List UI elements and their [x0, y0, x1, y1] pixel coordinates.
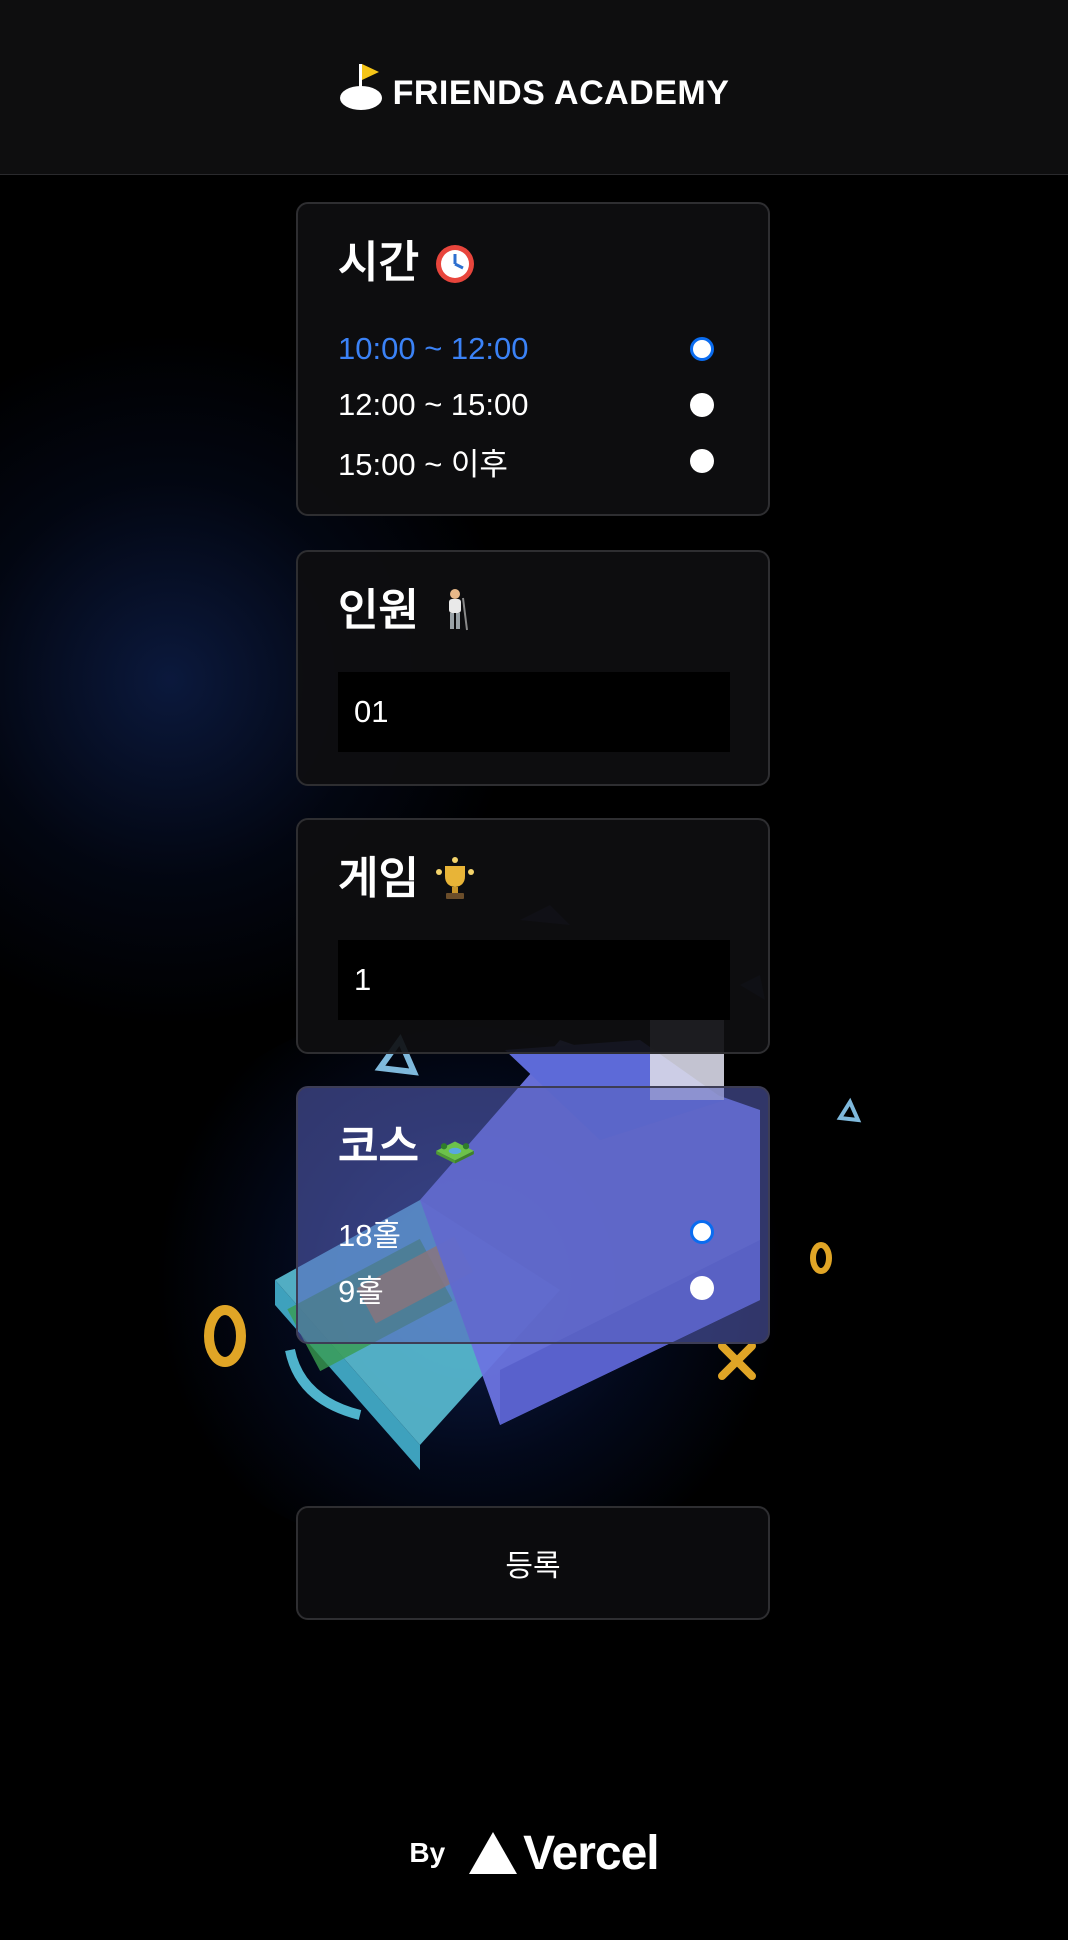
course-title-text: 코스: [338, 1122, 419, 1171]
vercel-wordmark: Vercel: [523, 1826, 659, 1880]
time-card: 시간 10:00 ~ 12:00 12:00 ~ 15:00 15:00 ~ 이…: [296, 202, 770, 516]
brand-name: FRIENDS ACADEMY: [392, 74, 730, 112]
course-option-label: 9홀: [338, 1273, 384, 1309]
game-title-text: 게임: [338, 854, 419, 903]
time-title-text: 시간: [338, 238, 419, 287]
course-option-9[interactable]: 9홀: [338, 1266, 714, 1310]
people-title: 인원: [338, 588, 477, 634]
course-card: 코스 18홀 9홀: [296, 1086, 770, 1344]
course-title: 코스: [338, 1124, 477, 1170]
trophy-icon: [435, 857, 474, 899]
people-count-input[interactable]: [338, 672, 730, 752]
people-title-text: 인원: [338, 586, 419, 635]
vercel-logo[interactable]: Vercel: [467, 1826, 660, 1881]
time-option-label: 10:00 ~ 12:00: [338, 331, 529, 366]
vercel-triangle-icon: [469, 1832, 518, 1874]
time-option-10-12[interactable]: 10:00 ~ 12:00: [338, 327, 714, 371]
game-count-input[interactable]: [338, 940, 730, 1020]
footer: By Vercel: [0, 1826, 1068, 1880]
header: FRIENDS ACADEMY: [0, 0, 1068, 175]
course-option-label: 18홀: [338, 1217, 402, 1253]
time-radio-15-after[interactable]: [690, 449, 714, 473]
game-card: 게임: [296, 818, 770, 1054]
brand-logo[interactable]: FRIENDS ACADEMY: [339, 62, 730, 112]
register-button[interactable]: 등록: [296, 1506, 770, 1620]
golf-flag-icon: [339, 64, 382, 110]
time-option-label: 15:00 ~ 이후: [338, 446, 508, 482]
game-title: 게임: [338, 856, 477, 902]
people-card: 인원: [296, 550, 770, 786]
golfer-icon: [448, 589, 468, 631]
time-option-label: 12:00 ~ 15:00: [338, 387, 529, 422]
time-radio-10-12[interactable]: [690, 337, 714, 361]
time-option-12-15[interactable]: 12:00 ~ 15:00: [338, 383, 714, 427]
page: FRIENDS ACADEMY 시간 10:00 ~ 12:00 12:00 ~…: [0, 0, 1068, 1940]
time-option-15-after[interactable]: 15:00 ~ 이후: [338, 439, 714, 483]
time-radio-12-15[interactable]: [690, 393, 714, 417]
golf-course-icon: [436, 1141, 474, 1164]
alarm-clock-icon: [435, 245, 474, 283]
course-radio-18[interactable]: [690, 1220, 714, 1244]
footer-by-text: By: [409, 1837, 446, 1868]
time-title: 시간: [338, 240, 477, 286]
course-radio-9[interactable]: [690, 1276, 714, 1300]
course-option-18[interactable]: 18홀: [338, 1210, 714, 1254]
